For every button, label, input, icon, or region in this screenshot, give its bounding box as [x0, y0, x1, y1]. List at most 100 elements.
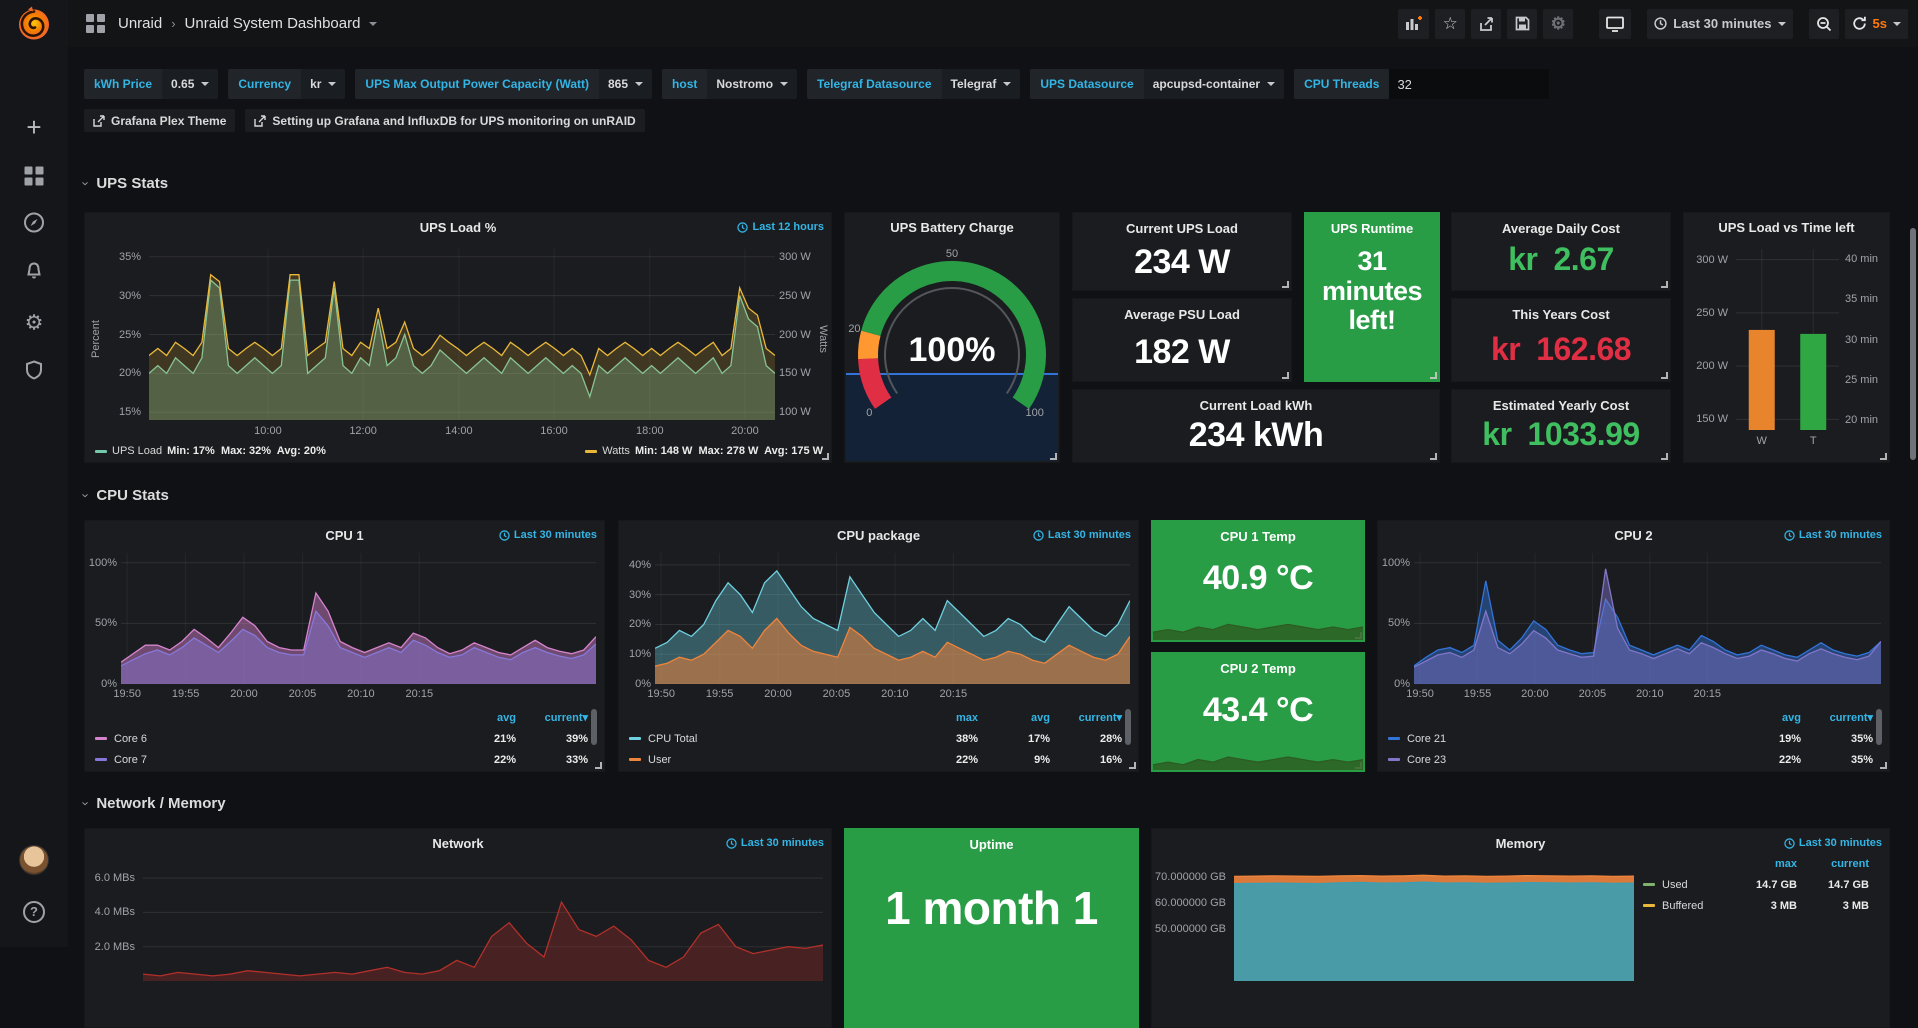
configuration-gear-icon[interactable]: ⚙ — [25, 313, 44, 334]
stat-title[interactable]: Current UPS Load — [1077, 221, 1287, 236]
panel-resize-handle[interactable] — [595, 762, 602, 769]
panel-title[interactable]: UPS Load vs Time left — [1690, 220, 1883, 235]
time-range-picker[interactable]: Last 30 minutes — [1647, 9, 1792, 39]
legend-sort-header[interactable]: avg — [444, 712, 516, 724]
variable-ups-max-output[interactable]: UPS Max Output Power Capacity (Watt)865 — [355, 69, 652, 99]
panel-resize-handle[interactable] — [1661, 453, 1668, 460]
panel-resize-handle[interactable] — [1282, 281, 1289, 288]
cpu2-chart[interactable] — [1414, 553, 1881, 684]
variable-host[interactable]: hostNostromo — [662, 69, 797, 99]
panel-resize-handle[interactable] — [1661, 372, 1668, 379]
time-range-badge[interactable]: Last 12 hours — [737, 221, 824, 233]
legend-sort-header[interactable]: avg — [978, 712, 1050, 724]
panel-title[interactable]: Network — [115, 836, 801, 851]
legend-sort-header[interactable]: current▾ — [1801, 711, 1873, 724]
legend-scrollbar[interactable] — [591, 709, 597, 745]
time-range-badge[interactable]: Last 30 minutes — [1784, 529, 1882, 541]
legend-series-name[interactable]: Core 21 — [1388, 733, 1729, 745]
legend-sort-header[interactable]: current▾ — [1050, 711, 1122, 724]
panel-resize-handle[interactable] — [1880, 762, 1887, 769]
create-plus-icon[interactable]: + — [26, 117, 41, 137]
time-range-badge[interactable]: Last 30 minutes — [726, 837, 824, 849]
server-admin-shield-icon[interactable] — [24, 360, 44, 385]
panel-resize-handle[interactable] — [1430, 453, 1437, 460]
breadcrumb-caret-icon[interactable] — [369, 22, 377, 26]
network-chart[interactable] — [143, 861, 823, 981]
legend-series-name[interactable]: CPU Total — [629, 733, 906, 745]
share-button[interactable] — [1471, 9, 1501, 39]
panel-title[interactable]: UPS Battery Charge — [853, 220, 1051, 235]
time-range-badge[interactable]: Last 30 minutes — [499, 529, 597, 541]
ups-load-chart[interactable] — [149, 249, 775, 420]
time-range-badge[interactable]: Last 30 minutes — [1784, 837, 1882, 849]
add-panel-button[interactable] — [1398, 9, 1429, 39]
legend-series-name[interactable]: User — [629, 754, 906, 766]
legend-sort-header[interactable]: avg — [1729, 712, 1801, 724]
panel-resize-handle[interactable] — [1050, 453, 1057, 460]
legend-sort-header[interactable]: max — [1725, 858, 1797, 870]
cpu-threads-input[interactable] — [1389, 69, 1549, 99]
stat-title[interactable]: CPU 1 Temp — [1156, 529, 1360, 544]
memory-chart[interactable] — [1234, 861, 1634, 981]
legend-series-name[interactable]: Core 7 — [95, 754, 444, 766]
load-vs-time-bar-chart[interactable] — [1736, 249, 1839, 430]
grafana-logo-icon[interactable] — [14, 4, 54, 49]
zoom-out-button[interactable] — [1809, 9, 1839, 39]
tv-kiosk-button[interactable] — [1599, 9, 1631, 39]
section-ups-stats[interactable]: ›UPS Stats — [84, 175, 168, 192]
dashboards-icon[interactable] — [25, 167, 44, 186]
breadcrumb-folder[interactable]: Unraid — [118, 15, 162, 32]
panel-resize-handle[interactable] — [1282, 372, 1289, 379]
panel-cpu-package: CPU package Last 30 minutes 0%10%20%30%4… — [618, 520, 1139, 772]
stat-title[interactable]: This Years Cost — [1456, 307, 1666, 322]
section-network-memory[interactable]: ›Network / Memory — [84, 795, 226, 812]
time-range-badge[interactable]: Last 30 minutes — [1033, 529, 1131, 541]
settings-gear-icon[interactable]: ⚙ — [1543, 9, 1573, 39]
page-scrollbar[interactable] — [1910, 228, 1916, 460]
legend-scrollbar[interactable] — [1125, 709, 1131, 745]
legend-series-name[interactable]: Core 23 — [1388, 754, 1729, 766]
stat-title[interactable]: Average PSU Load — [1077, 307, 1287, 322]
legend-series-name[interactable]: Buffered — [1643, 900, 1725, 912]
legend-item[interactable]: UPS LoadMin: 17% Max: 32% Avg: 20% — [95, 445, 326, 457]
panel-resize-handle[interactable] — [1661, 281, 1668, 288]
stat-title[interactable]: Average Daily Cost — [1456, 221, 1666, 236]
panel-resize-handle[interactable] — [1880, 453, 1887, 460]
star-button[interactable]: ☆ — [1435, 9, 1465, 39]
panel-resize-handle[interactable] — [1430, 372, 1437, 379]
section-cpu-stats[interactable]: ›CPU Stats — [84, 487, 169, 504]
breadcrumb-dashboard-title[interactable]: Unraid System Dashboard — [185, 15, 361, 32]
variable-kwh-price[interactable]: kWh Price0.65 — [84, 69, 218, 99]
panel-title[interactable]: UPS Load % — [115, 220, 801, 235]
refresh-interval-label[interactable]: 5s — [1873, 16, 1887, 31]
stat-title[interactable]: Current Load kWh — [1077, 398, 1435, 413]
legend-item[interactable]: WattsMin: 148 W Max: 278 W Avg: 175 W — [585, 445, 823, 457]
panel-title[interactable]: Memory — [1182, 836, 1859, 851]
legend-series-name[interactable]: Core 6 — [95, 733, 444, 745]
stat-title[interactable]: UPS Runtime — [1309, 221, 1435, 236]
legend-scrollbar[interactable] — [1876, 709, 1882, 745]
cpu1-chart[interactable] — [121, 553, 596, 684]
link-ups-monitoring-guide[interactable]: Setting up Grafana and InfluxDB for UPS … — [245, 109, 644, 132]
variable-currency[interactable]: Currencykr — [228, 69, 345, 99]
legend-series-name[interactable]: Used — [1643, 879, 1725, 891]
save-button[interactable] — [1507, 9, 1537, 39]
legend-sort-header[interactable]: current — [1797, 858, 1869, 870]
panel-resize-handle[interactable] — [822, 453, 829, 460]
stat-title[interactable]: CPU 2 Temp — [1156, 661, 1360, 676]
refresh-button[interactable]: 5s — [1845, 9, 1908, 39]
legend-sort-header[interactable]: current▾ — [516, 711, 588, 724]
variable-ups-datasource[interactable]: UPS Datasourceapcupsd-container — [1030, 69, 1284, 99]
cpu-package-chart[interactable] — [655, 553, 1130, 684]
link-grafana-plex-theme[interactable]: Grafana Plex Theme — [84, 109, 235, 132]
variable-telegraf-datasource[interactable]: Telegraf DatasourceTelegraf — [807, 69, 1020, 99]
alerting-bell-icon[interactable] — [24, 262, 44, 287]
stat-title[interactable]: Uptime — [849, 837, 1134, 852]
explore-compass-icon[interactable] — [23, 212, 45, 239]
user-avatar[interactable] — [19, 845, 49, 875]
help-icon[interactable]: ? — [23, 901, 45, 923]
legend-sort-header[interactable]: max — [906, 712, 978, 724]
dashboard-grid-icon[interactable] — [86, 14, 105, 33]
panel-resize-handle[interactable] — [1129, 762, 1136, 769]
stat-title[interactable]: Estimated Yearly Cost — [1456, 398, 1666, 413]
